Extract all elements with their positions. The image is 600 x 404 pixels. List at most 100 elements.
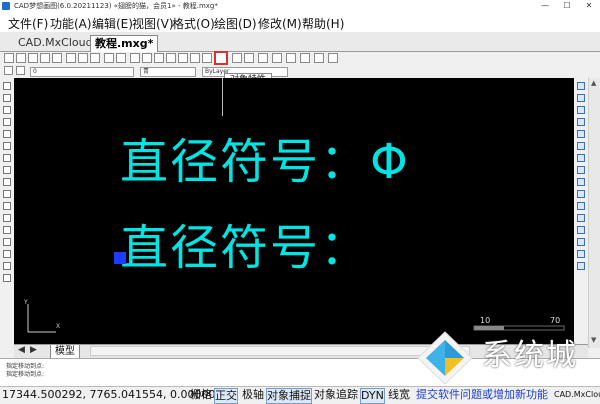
ucs-icon: Y X <box>23 299 60 333</box>
cad-text-line2[interactable]: 直径符号： <box>120 208 370 278</box>
zoom-window-icon[interactable] <box>154 53 164 63</box>
cad-text-line1[interactable]: 直径符号：Φ <box>120 122 410 192</box>
polygon-icon[interactable] <box>3 118 11 126</box>
menu-format[interactable]: 格式(O) <box>172 15 215 32</box>
chamfer-icon[interactable] <box>577 238 585 246</box>
ellipse-arc-icon[interactable] <box>3 202 11 210</box>
menu-edit[interactable]: 编辑(E) <box>92 15 133 32</box>
print-icon[interactable] <box>40 53 50 63</box>
menu-view[interactable]: 视图(V) <box>132 15 174 32</box>
minimize-button[interactable]: — <box>534 0 556 12</box>
copy-obj-icon[interactable] <box>577 94 585 102</box>
spline-icon[interactable] <box>3 178 11 186</box>
scale-label-10: 10 <box>480 316 490 325</box>
join-icon[interactable] <box>577 226 585 234</box>
zoom-extents-icon[interactable] <box>166 53 176 63</box>
mtext-icon[interactable] <box>3 262 11 270</box>
vertical-scrollbar[interactable]: ▲ ▼ <box>588 78 600 348</box>
array-icon[interactable] <box>577 130 585 138</box>
dyn-toggle[interactable]: DYN <box>360 388 385 404</box>
pan-icon[interactable] <box>130 53 140 63</box>
drawing-canvas[interactable]: 直径符号：Φ 直径符号： Y X 10 70 <box>14 78 574 344</box>
undo-icon[interactable] <box>104 53 114 63</box>
model-tab[interactable]: 模型 <box>50 345 80 359</box>
color-select[interactable]: 青 <box>140 67 196 77</box>
rectangle-icon[interactable] <box>3 130 11 138</box>
new-file-icon[interactable] <box>4 53 14 63</box>
menu-help[interactable]: 帮助(H) <box>302 15 344 32</box>
close-button[interactable]: ✕ <box>578 0 600 12</box>
osnap-toggle[interactable]: 对象捕捉 <box>266 388 312 404</box>
otrack-toggle[interactable]: 对象追踪 <box>314 387 358 403</box>
menu-draw[interactable]: 绘图(D) <box>214 15 257 32</box>
selection-grip[interactable] <box>114 252 126 264</box>
measure-icon[interactable] <box>272 53 282 63</box>
help-icon[interactable] <box>328 53 338 63</box>
maximize-button[interactable]: ☐ <box>556 0 578 12</box>
extend-icon[interactable] <box>577 202 585 210</box>
hatch-icon[interactable] <box>286 53 296 63</box>
paste-icon[interactable] <box>90 53 100 63</box>
offset-icon[interactable] <box>577 118 585 126</box>
arc-icon[interactable] <box>3 142 11 150</box>
feedback-link[interactable]: 提交软件问题或增加新功能 <box>416 387 548 403</box>
lineweight-toggle[interactable]: 线宽 <box>388 387 410 403</box>
title-bar: CAD梦想画图(6.0.20211123) «翅膀的猫，会员1» - 教程.mx… <box>0 0 600 12</box>
trim-icon[interactable] <box>577 190 585 198</box>
circle-icon[interactable] <box>3 154 11 162</box>
cut-icon[interactable] <box>66 53 76 63</box>
prev-layout-icon[interactable]: ◀ <box>18 345 25 355</box>
mirror-icon[interactable] <box>577 106 585 114</box>
ucs-y-label: Y <box>23 299 28 306</box>
point-icon[interactable] <box>3 238 11 246</box>
menu-modify[interactable]: 修改(M) <box>258 15 302 32</box>
cloud-icon[interactable] <box>3 166 11 174</box>
tab-mxcloud[interactable]: CAD.MxCloud <box>14 35 97 52</box>
fillet-icon[interactable] <box>577 250 585 258</box>
zoom-icon[interactable] <box>142 53 152 63</box>
properties-icon[interactable] <box>214 51 228 65</box>
insert-block-icon[interactable] <box>3 214 11 222</box>
explode-icon[interactable] <box>577 262 585 270</box>
image-icon[interactable] <box>314 53 324 63</box>
grid-toggle[interactable]: 栅格 <box>190 387 212 403</box>
stretch-icon[interactable] <box>577 178 585 186</box>
tab-tutorial[interactable]: 教程.mxg* <box>90 35 159 52</box>
copy-icon[interactable] <box>78 53 88 63</box>
open-file-icon[interactable] <box>16 53 26 63</box>
polyline-icon[interactable] <box>3 106 11 114</box>
make-block-icon[interactable] <box>3 226 11 234</box>
menu-function[interactable]: 功能(A) <box>50 15 92 32</box>
polar-toggle[interactable]: 极轴 <box>242 387 264 403</box>
zoom-prev-icon[interactable] <box>178 53 188 63</box>
hatch-draw-icon[interactable] <box>3 250 11 258</box>
layer-select[interactable]: 0 <box>30 67 134 77</box>
rotate-icon[interactable] <box>577 154 585 162</box>
redo-icon[interactable] <box>116 53 126 63</box>
layer-state-icon[interactable] <box>16 66 25 75</box>
ucs-x-label: X <box>56 323 60 330</box>
ellipse-icon[interactable] <box>3 190 11 198</box>
block-icon[interactable] <box>244 53 254 63</box>
command-history-line: 指定移动到点: <box>6 371 45 378</box>
next-layout-icon[interactable]: ▶ <box>30 345 37 355</box>
layer-icon[interactable] <box>190 53 200 63</box>
scale-icon[interactable] <box>577 166 585 174</box>
save-icon[interactable] <box>28 53 38 63</box>
text-icon[interactable] <box>3 274 11 282</box>
move-icon[interactable] <box>577 142 585 150</box>
line-icon[interactable] <box>3 82 11 90</box>
pdf-icon[interactable] <box>300 53 310 63</box>
layer-manager-icon[interactable] <box>4 66 13 75</box>
break-icon[interactable] <box>577 214 585 222</box>
match-icon[interactable] <box>202 53 212 63</box>
xline-icon[interactable] <box>3 94 11 102</box>
ortho-toggle[interactable]: 正交 <box>214 388 238 404</box>
erase-icon[interactable] <box>577 82 585 90</box>
scale-label-70: 70 <box>550 316 560 325</box>
preview-icon[interactable] <box>52 53 62 63</box>
menu-file[interactable]: 文件(F) <box>8 15 48 32</box>
pointer-icon[interactable] <box>232 53 242 63</box>
scroll-up-icon[interactable]: ▲ <box>591 79 596 87</box>
regen-icon[interactable] <box>258 53 268 63</box>
